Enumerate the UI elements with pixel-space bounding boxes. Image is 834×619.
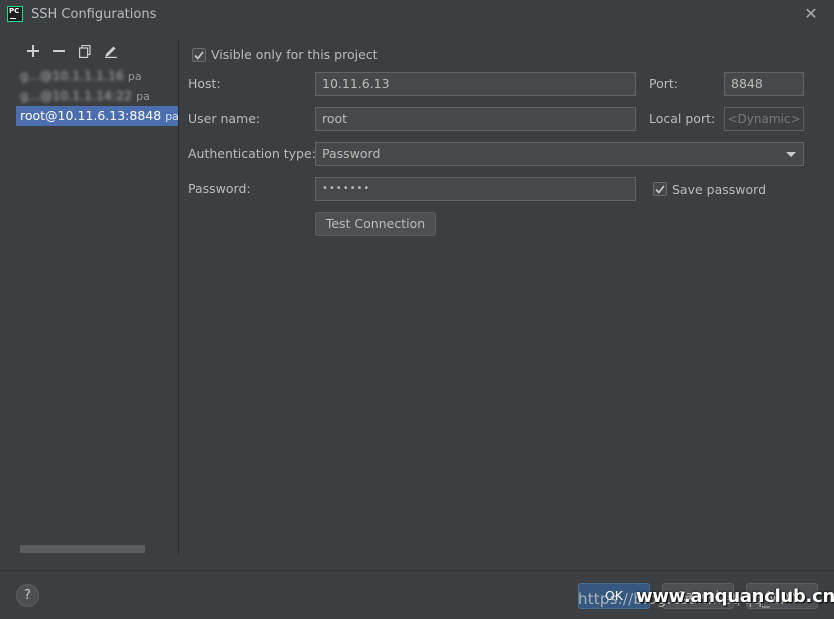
host-input[interactable]: 10.11.6.13 (315, 72, 636, 96)
list-item[interactable]: g...@10.1.1.1.16 pa (16, 66, 178, 86)
minus-icon[interactable] (48, 40, 70, 62)
port-label: Port: (649, 76, 678, 91)
footer-divider (0, 570, 834, 571)
checkmark-icon (655, 184, 665, 194)
host-label: Host: (188, 76, 221, 91)
connections-list: g...@10.1.1.1.16 pa g...@10.1.1.14:22 pa r… (16, 66, 178, 126)
save-password-label: Save password (672, 182, 767, 197)
close-icon[interactable]: ✕ (802, 5, 820, 23)
horizontal-scrollbar[interactable] (20, 545, 145, 553)
help-icon[interactable]: ? (16, 584, 39, 607)
plus-icon[interactable] (22, 40, 44, 62)
auth-type-select[interactable]: Password (315, 142, 804, 166)
window-title: SSH Configurations (31, 7, 157, 22)
test-connection-button[interactable]: Test Connection (315, 212, 436, 236)
user-name-input[interactable]: root (315, 107, 636, 131)
pycharm-app-icon: PC (7, 6, 23, 22)
title-bar: PC SSH Configurations ✕ (0, 0, 834, 30)
password-input[interactable]: ••••••• (315, 177, 636, 201)
watermark-brand: www.anquanclub.cn (636, 586, 834, 607)
visible-only-checkbox[interactable] (192, 48, 206, 62)
password-label: Password: (188, 181, 251, 196)
local-port-input[interactable]: <Dynamic> (724, 107, 804, 131)
chevron-down-icon (786, 152, 796, 157)
user-name-label: User name: (188, 111, 261, 126)
auth-type-label: Authentication type: (188, 146, 316, 161)
list-item-selected[interactable]: root@10.11.6.13:8848passw (16, 106, 178, 126)
port-input[interactable]: 8848 (724, 72, 804, 96)
list-item[interactable]: g...@10.1.1.14:22 pa (16, 86, 178, 106)
visible-only-label: Visible only for this project (211, 47, 378, 62)
checkmark-icon (194, 50, 204, 60)
connections-toolbar (22, 40, 122, 62)
copy-icon[interactable] (74, 40, 96, 62)
save-password-checkbox[interactable] (653, 182, 667, 196)
auth-type-value: Password (322, 146, 381, 161)
pencil-icon[interactable] (100, 40, 122, 62)
connections-panel: g...@10.1.1.1.16 pa g...@10.1.1.14:22 pa r… (16, 40, 178, 554)
panel-divider[interactable] (178, 40, 179, 554)
local-port-label: Local port: (649, 111, 716, 126)
